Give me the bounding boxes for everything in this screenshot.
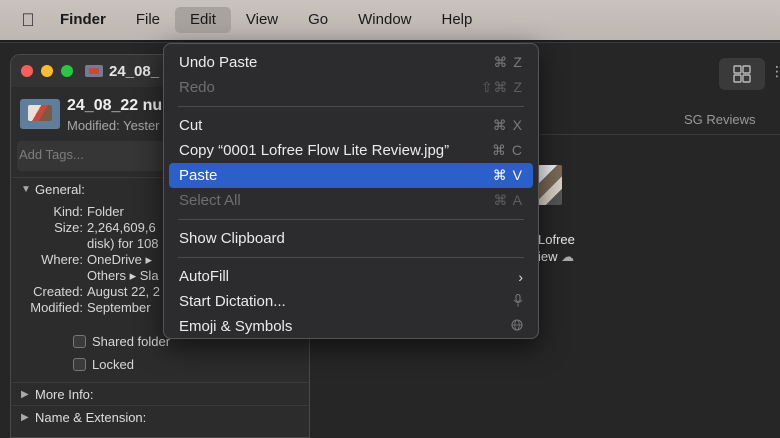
menu-item-label: Emoji & Symbols — [179, 318, 293, 335]
menu-edit[interactable]: Edit — [175, 7, 231, 33]
menu-help[interactable]: Help — [427, 7, 488, 33]
file-name-line1: Lofree — [538, 232, 575, 247]
menu-item-cut[interactable]: Cut ⌘ X — [169, 113, 533, 138]
menu-item-undo[interactable]: Undo Paste ⌘ Z — [169, 50, 533, 75]
section-name-extension-label: Name & Extension: — [35, 409, 147, 425]
menu-separator — [178, 257, 524, 258]
menu-bar:  Finder File Edit View Go Window Help — [0, 0, 780, 40]
detail-value: Others ▸ Sla — [87, 268, 159, 283]
chevron-right-icon: › — [518, 268, 523, 285]
section-general-label: General: — [35, 181, 85, 197]
detail-key: Modified: — [30, 300, 83, 315]
menu-item-select-all[interactable]: Select All ⌘ A — [169, 188, 533, 213]
shortcut-label: ⌘ X — [492, 117, 523, 133]
detail-value: August 22, 2 — [87, 284, 160, 299]
file-name[interactable]: Lofree iew ☁ — [538, 231, 575, 265]
folder-icon — [20, 99, 60, 129]
section-name-extension[interactable]: ▶ Name & Extension: — [11, 405, 309, 428]
menu-separator — [178, 219, 524, 220]
detail-value: Folder — [87, 204, 124, 219]
detail-key: Created: — [33, 284, 83, 299]
locked-checkbox[interactable]: Locked — [11, 353, 309, 376]
window-title: 24_08_ — [85, 63, 159, 80]
shared-folder-label: Shared folder — [92, 334, 171, 349]
menu-view[interactable]: View — [231, 7, 293, 33]
menu-go[interactable]: Go — [293, 7, 343, 33]
shortcut-label: ⌘ C — [492, 142, 523, 158]
menu-item-label: Start Dictation... — [179, 293, 286, 310]
menu-item-emoji-symbols[interactable]: Emoji & Symbols — [169, 314, 533, 339]
section-more-info[interactable]: ▶ More Info: — [11, 382, 309, 405]
zoom-button[interactable] — [61, 65, 73, 77]
detail-key: Kind: — [53, 204, 83, 219]
menu-finder[interactable]: Finder — [56, 7, 121, 33]
menu-item-label: AutoFill — [179, 268, 230, 285]
detail-value: disk) for 108 — [87, 236, 159, 251]
folder-icon — [85, 65, 103, 77]
detail-key — [11, 268, 87, 284]
menu-window[interactable]: Window — [343, 7, 426, 33]
menu-item-start-dictation[interactable]: Start Dictation... — [169, 289, 533, 314]
apple-icon[interactable]:  — [0, 10, 56, 31]
menu-item-label: Show Clipboard — [179, 230, 285, 247]
chevron-right-icon: ▶ — [21, 411, 29, 423]
checkbox-box[interactable] — [73, 358, 86, 371]
menu-file[interactable]: File — [121, 7, 175, 33]
section-more-info-label: More Info: — [35, 386, 94, 402]
menu-item-label: Paste — [179, 167, 218, 184]
menu-item-label: Cut — [179, 117, 203, 134]
close-button[interactable] — [21, 65, 33, 77]
detail-value: September — [87, 300, 151, 315]
globe-icon — [511, 319, 523, 334]
microphone-icon — [513, 293, 523, 310]
menu-item-autofill[interactable]: AutoFill › — [169, 264, 533, 289]
detail-key: Size: — [54, 220, 83, 235]
menu-separator — [178, 106, 524, 107]
shortcut-label: ⇧⌘ Z — [480, 79, 523, 95]
menu-item-label: Undo Paste — [179, 54, 258, 71]
detail-key: Where: — [41, 252, 83, 267]
locked-label: Locked — [92, 357, 134, 372]
more-icon[interactable]: ⋮ — [770, 63, 780, 87]
chevron-down-icon: ▼ — [21, 183, 31, 195]
detail-value: 2,264,609,6 — [87, 220, 156, 235]
window-title-text: 24_08_ — [109, 62, 160, 80]
menu-item-paste[interactable]: Paste ⌘ V — [169, 163, 533, 188]
file-thumbnail[interactable] — [538, 165, 562, 205]
shortcut-label: ⌘ V — [492, 167, 523, 183]
cloud-icon: ☁ — [561, 249, 575, 264]
column-header[interactable]: SG Reviews — [540, 105, 780, 135]
menu-item-label: Copy “0001 Lofree Flow Lite Review.jpg” — [179, 142, 450, 159]
shortcut-label: ⌘ Z — [493, 54, 523, 70]
edit-menu: Undo Paste ⌘ Z Redo ⇧⌘ Z Cut ⌘ X Copy “0… — [163, 43, 539, 339]
chevron-right-icon: ▶ — [21, 388, 29, 400]
checkbox-box[interactable] — [73, 335, 86, 348]
menu-item-show-clipboard[interactable]: Show Clipboard — [169, 226, 533, 251]
view-toggle-button[interactable] — [719, 58, 765, 90]
menu-item-copy[interactable]: Copy “0001 Lofree Flow Lite Review.jpg” … — [169, 138, 533, 163]
file-name-line2: iew ☁ — [538, 249, 575, 264]
shortcut-label: ⌘ A — [493, 192, 523, 208]
grid-icon — [733, 65, 751, 83]
menu-item-redo[interactable]: Redo ⇧⌘ Z — [169, 75, 533, 100]
detail-value: OneDrive ▸ — [87, 252, 153, 267]
menu-item-label: Select All — [179, 192, 241, 209]
menu-item-label: Redo — [179, 79, 215, 96]
detail-key — [11, 236, 87, 252]
minimize-button[interactable] — [41, 65, 53, 77]
